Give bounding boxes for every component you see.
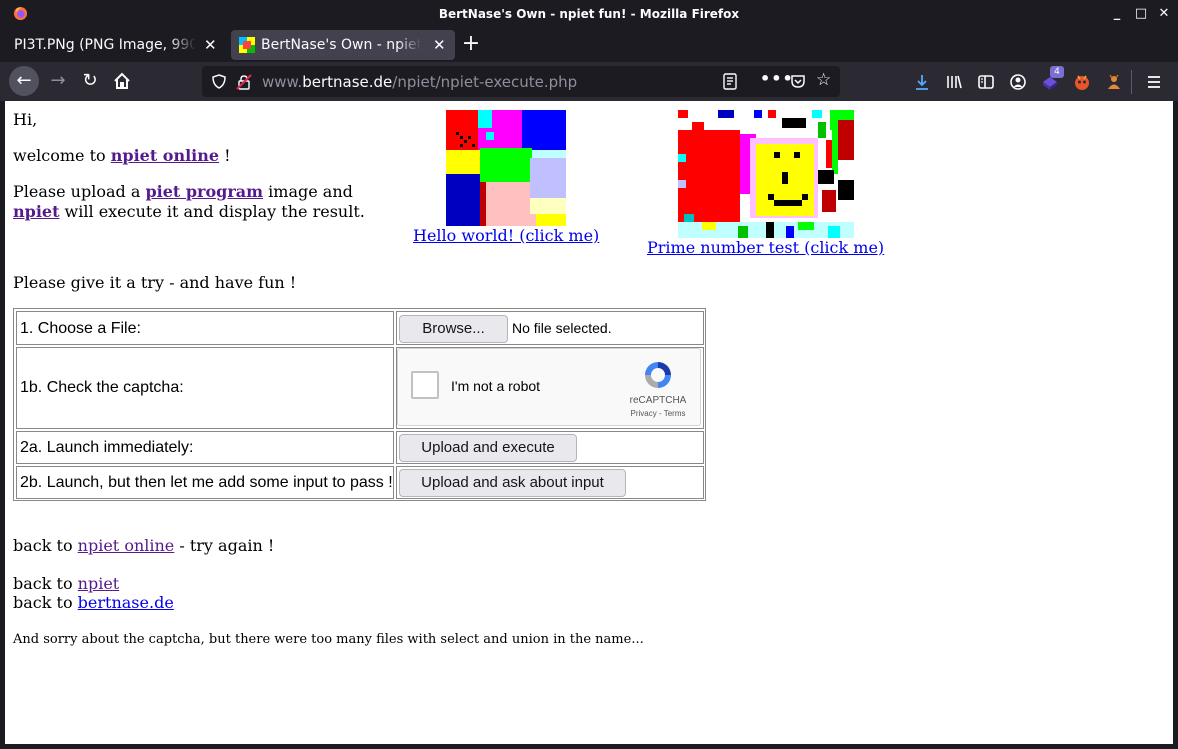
recaptcha-widget: I'm not a robot reCAPTCHA Privacy - Term…	[397, 348, 701, 426]
back1-suffix: - try again !	[174, 536, 275, 555]
execute-line: npiet will execute it and display the re…	[13, 202, 365, 222]
forward-button[interactable]: →	[43, 66, 73, 96]
recaptcha-checkbox[interactable]	[411, 371, 439, 399]
maximize-button[interactable]: □	[1132, 5, 1150, 23]
recaptcha-logo-icon	[645, 362, 671, 388]
library-icon[interactable]	[944, 72, 964, 92]
back-bertnase-link[interactable]: bertnase.de	[78, 593, 174, 612]
extension-badge: 4	[1050, 66, 1064, 78]
url-path: /npiet/npiet-execute.php	[392, 73, 578, 91]
tab-label: PI3T.PNg (PNG Image, 990 × ...	[14, 37, 196, 53]
captcha-label: 1b. Check the captcha:	[20, 379, 184, 396]
upload-line: Please upload a piet program image and	[13, 182, 353, 202]
reload-button[interactable]: ↻	[75, 66, 105, 96]
execute-suffix: will execute it and display the result.	[59, 202, 365, 221]
hello-world-link[interactable]: Hello world! (click me)	[413, 226, 599, 246]
pocket-icon[interactable]	[790, 73, 806, 89]
close-tab-icon[interactable]: ✕	[433, 30, 446, 60]
piet-program-link[interactable]: piet program	[145, 182, 263, 201]
row3-button-cell: Upload and execute	[396, 431, 704, 464]
prime-number-piet-image[interactable]	[678, 110, 854, 238]
recaptcha-privacy-terms[interactable]: Privacy - Terms	[620, 409, 696, 418]
url-bar[interactable]: www.bertnase.de/npiet/npiet-execute.php …	[202, 66, 840, 97]
back3-prefix: back to	[13, 593, 78, 612]
page-content: Hi, welcome to npiet online ! Please upl…	[5, 101, 1173, 744]
back-to-npiet-line: back to npiet	[13, 574, 119, 594]
launch-with-input-label: 2b. Launch, but then let me add some inp…	[20, 474, 393, 491]
npiet-online-link[interactable]: npiet online	[111, 146, 219, 165]
extension-orange-icon[interactable]	[1072, 72, 1092, 92]
back1-prefix: back to	[13, 536, 78, 555]
greeting-text: Hi,	[13, 110, 38, 129]
home-icon[interactable]	[107, 66, 137, 96]
bookmark-star-icon[interactable]: ☆	[816, 70, 831, 90]
insecure-lock-icon[interactable]	[236, 74, 252, 90]
upload-prefix: Please upload a	[13, 182, 146, 201]
welcome-line: welcome to npiet online !	[13, 146, 231, 166]
window-titlebar: BertNase's Own - npiet fun! - Mozilla Fi…	[0, 0, 1178, 28]
sidebar-icon[interactable]	[976, 72, 996, 92]
launch-immediately-label: 2a. Launch immediately:	[20, 439, 194, 456]
back-npiet-link[interactable]: npiet	[78, 574, 120, 593]
row2-label-cell: 1b. Check the captcha:	[16, 347, 394, 429]
npiet-link[interactable]: npiet	[13, 202, 59, 221]
back-npiet-online-link[interactable]: npiet online	[78, 536, 175, 555]
tab-bertnase-active[interactable]: BertNase's Own - npiet fun! ✕	[231, 30, 455, 60]
back-to-bertnase-line: back to bertnase.de	[13, 593, 174, 613]
recaptcha-brand: reCAPTCHA	[629, 395, 687, 406]
url-text[interactable]: www.bertnase.de/npiet/npiet-execute.php	[262, 73, 577, 91]
upload-and-execute-button[interactable]: Upload and execute	[399, 434, 577, 462]
browse-button[interactable]: Browse...	[399, 315, 508, 343]
row1-input-cell: Browse... No file selected.	[396, 311, 704, 345]
extension-user-agent-icon[interactable]	[1104, 72, 1124, 92]
welcome-suffix: !	[219, 146, 231, 165]
close-window-button[interactable]: ✕	[1155, 5, 1173, 23]
choose-file-label: 1. Choose a File:	[20, 320, 141, 337]
hello-world-piet-image[interactable]	[446, 110, 566, 226]
window-title: BertNase's Own - npiet fun! - Mozilla Fi…	[438, 7, 740, 21]
account-icon[interactable]	[1008, 72, 1028, 92]
tracking-protection-shield-icon[interactable]	[212, 74, 226, 89]
tab-png-image[interactable]: PI3T.PNg (PNG Image, 990 × ... ✕	[2, 30, 228, 60]
navigation-toolbar: ← → ↻ www.bertnase.de/npiet/npiet-execut…	[0, 62, 1178, 101]
url-prefix: www.	[262, 73, 303, 91]
reader-view-icon[interactable]	[722, 73, 738, 90]
new-tab-button[interactable]: +	[460, 30, 482, 60]
back-button[interactable]: ←	[9, 66, 39, 96]
row4-label-cell: 2b. Launch, but then let me add some inp…	[16, 466, 394, 499]
toolbar-separator	[1131, 70, 1132, 94]
row1-label-cell: 1. Choose a File:	[16, 311, 394, 345]
tab-label: BertNase's Own - npiet fun!	[261, 37, 421, 53]
row3-label-cell: 2a. Launch immediately:	[16, 431, 394, 464]
page-actions-more-icon[interactable]: •••	[760, 69, 794, 88]
upload-and-ask-input-button[interactable]: Upload and ask about input	[399, 469, 626, 497]
upload-suffix: image and	[263, 182, 353, 201]
prime-number-test-link[interactable]: Prime number test (click me)	[647, 238, 884, 258]
recaptcha-label: I'm not a robot	[451, 378, 541, 394]
downloads-icon[interactable]	[912, 72, 932, 92]
back2-prefix: back to	[13, 574, 78, 593]
captcha-apology-text: And sorry about the captcha, but there w…	[13, 632, 644, 647]
tab-bar: PI3T.PNg (PNG Image, 990 × ... ✕ BertNas…	[0, 28, 1178, 62]
hamburger-menu-icon[interactable]	[1144, 72, 1164, 92]
welcome-prefix: welcome to	[13, 146, 111, 165]
minimize-button[interactable]: _	[1108, 5, 1126, 23]
url-domain: bertnase.de	[302, 73, 393, 91]
back-to-npiet-online-line: back to npiet online - try again !	[13, 536, 274, 556]
row4-button-cell: Upload and ask about input	[396, 466, 704, 499]
no-file-selected-text: No file selected.	[512, 320, 612, 336]
try-text: Please give it a try - and have fun !	[13, 273, 297, 292]
piet-favicon-icon	[239, 37, 255, 53]
close-tab-icon[interactable]: ✕	[204, 30, 217, 60]
